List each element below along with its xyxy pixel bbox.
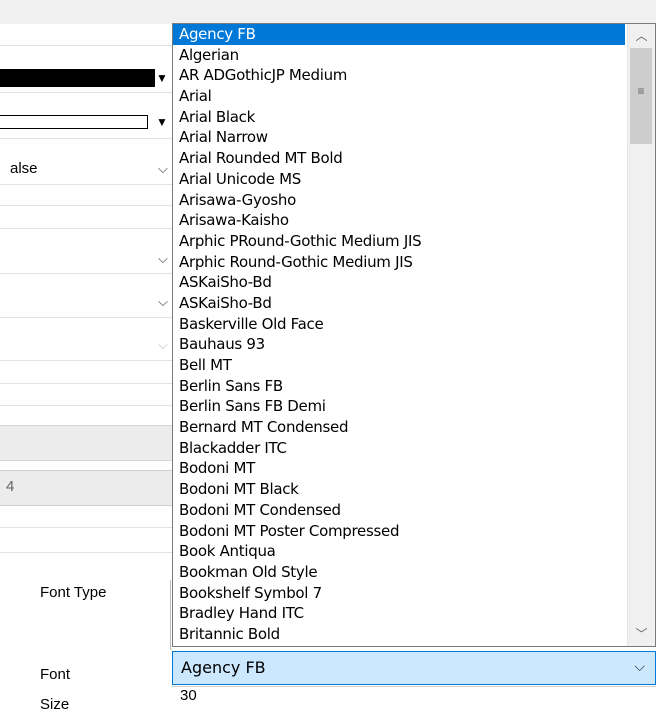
color-swatch (0, 69, 155, 87)
color-picker[interactable]: ▼ (0, 67, 172, 89)
font-option[interactable]: AR ADGothicJP Medium (173, 65, 625, 86)
divider (0, 138, 172, 139)
font-option[interactable]: Blackadder ITC (173, 438, 625, 459)
chevron-down-icon: ⌵ (158, 294, 168, 309)
font-option[interactable]: ASKaiSho-Bd (173, 293, 625, 314)
line-style-picker[interactable]: ▼ (0, 111, 172, 133)
divider (0, 228, 172, 229)
font-option[interactable]: Bodoni MT (173, 458, 625, 479)
scroll-thumb[interactable]: ≡ (630, 48, 652, 144)
font-option[interactable]: Arial (173, 86, 625, 107)
divider (0, 205, 172, 206)
font-select[interactable]: Agency FB ⌵ (172, 651, 656, 685)
font-size-value: 30 (180, 687, 197, 704)
font-option[interactable]: Arial Narrow (173, 127, 625, 148)
font-option[interactable]: Agency FB (173, 24, 625, 45)
number-field: 4 (0, 470, 173, 506)
font-option[interactable]: Arisawa-Gyosho (173, 190, 625, 211)
font-dropdown-list[interactable]: Agency FB Algerian AR ADGothicJP Medium Ari… (172, 23, 656, 647)
chevron-down-icon: ⌵ (158, 251, 168, 266)
chevron-down-icon: ⌵ (634, 658, 645, 674)
dropdown-arrow-icon: ▼ (156, 115, 168, 129)
font-option[interactable]: Arial Rounded MT Bold (173, 148, 625, 169)
divider (0, 527, 172, 528)
font-option[interactable]: Book Antiqua (173, 541, 625, 562)
property-select-disabled: ⌵ (0, 333, 172, 357)
font-list: Agency FB Algerian AR ADGothicJP Medium Ari… (173, 24, 625, 645)
dropdown-arrow-icon: ▼ (156, 71, 168, 85)
top-toolbar (0, 0, 656, 24)
divider (0, 317, 172, 318)
font-option[interactable]: Bauhaus 93 (173, 334, 625, 355)
divider (0, 184, 172, 185)
font-label: Font (40, 666, 71, 683)
font-option[interactable]: Bodoni MT Condensed (173, 500, 625, 521)
font-option[interactable]: Arial Black (173, 107, 625, 128)
divider (0, 92, 172, 93)
font-option[interactable]: Berlin Sans FB Demi (173, 396, 625, 417)
divider (0, 273, 172, 274)
font-type-label: Font Type (40, 584, 107, 601)
grip-icon: ≡ (637, 84, 645, 98)
bool-select-value: alse (10, 160, 38, 177)
number-field-value: 4 (6, 478, 15, 495)
divider (0, 405, 172, 406)
size-label: Size (40, 696, 70, 713)
font-size-input[interactable]: 30 (172, 686, 656, 721)
scroll-up-icon[interactable]: ︿ (628, 24, 655, 48)
font-option[interactable]: Arisawa-Kaisho (173, 210, 625, 231)
line-swatch (0, 115, 148, 129)
font-option[interactable]: Bodoni MT Black (173, 479, 625, 500)
divider (0, 552, 172, 553)
font-option[interactable]: Arial Unicode MS (173, 169, 625, 190)
section-header (0, 425, 172, 461)
scroll-down-icon[interactable]: ﹀ (628, 622, 655, 646)
property-select[interactable]: ⌵ (0, 290, 172, 314)
divider (0, 45, 172, 46)
font-option[interactable]: Bradley Hand ITC (173, 603, 625, 624)
font-option[interactable]: Berlin Sans FB (173, 376, 625, 397)
font-option[interactable]: Bodoni MT Poster Compressed (173, 521, 625, 542)
chevron-down-icon: ⌵ (158, 337, 168, 352)
font-select-value: Agency FB (181, 658, 266, 677)
font-option[interactable]: Bernard MT Condensed (173, 417, 625, 438)
font-option[interactable]: Algerian (173, 45, 625, 66)
property-select[interactable]: ⌵ (0, 247, 172, 271)
font-option[interactable]: Bookshelf Symbol 7 (173, 583, 625, 604)
font-option[interactable]: Britannic Bold (173, 624, 625, 645)
font-option[interactable]: Bell MT (173, 355, 625, 376)
divider (0, 360, 172, 361)
bool-select[interactable]: alse ⌵ (0, 157, 172, 181)
scrollbar[interactable]: ︿ ≡ ﹀ (627, 24, 655, 646)
font-option[interactable]: Arphic Round-Gothic Medium JIS (173, 252, 625, 273)
font-option[interactable]: Arphic PRound-Gothic Medium JIS (173, 231, 625, 252)
font-option[interactable]: ASKaiSho-Bd (173, 272, 625, 293)
font-option[interactable]: Bookman Old Style (173, 562, 625, 583)
font-option[interactable]: Baskerville Old Face (173, 314, 625, 335)
divider (0, 383, 172, 384)
chevron-down-icon: ⌵ (158, 161, 168, 176)
